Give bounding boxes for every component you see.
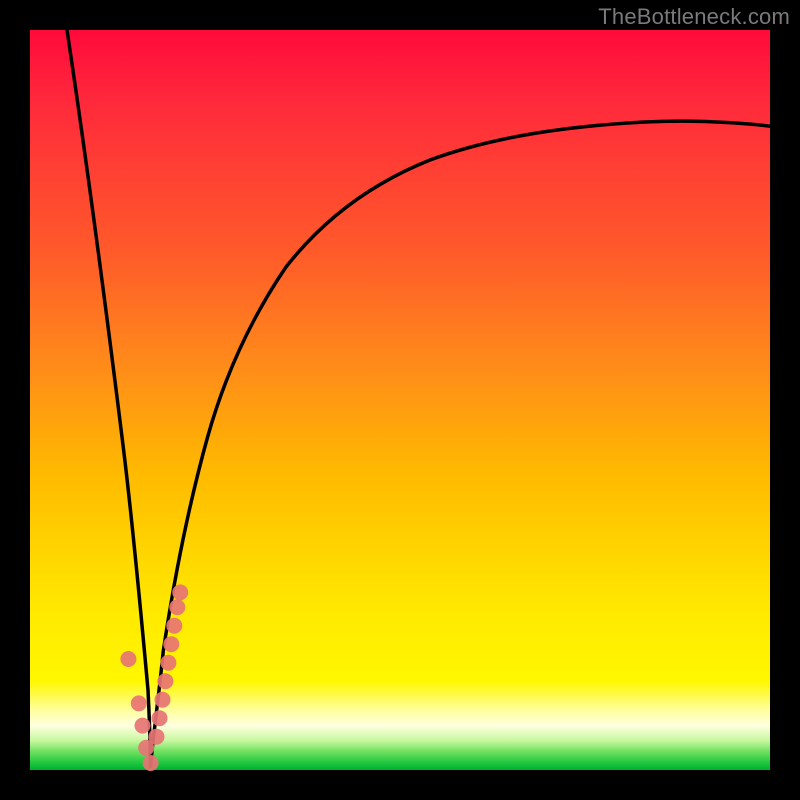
marker-dot [160,655,176,671]
chart-svg [30,30,770,770]
marker-dot [155,692,171,708]
chart-frame: TheBottleneck.com [0,0,800,800]
marker-dot [149,729,165,745]
marker-dot [135,718,151,734]
curve-right-branch [151,121,770,766]
marker-dot [169,599,185,615]
watermark-text: TheBottleneck.com [598,4,790,30]
marker-dot [166,618,182,634]
marker-dot [157,673,173,689]
marker-dot [152,710,168,726]
marker-dot [143,755,159,771]
marker-dot [163,636,179,652]
marker-dot [172,584,188,600]
marker-cluster [120,584,188,771]
marker-dot [120,651,136,667]
curve-left-branch [67,30,151,766]
marker-dot [131,695,147,711]
